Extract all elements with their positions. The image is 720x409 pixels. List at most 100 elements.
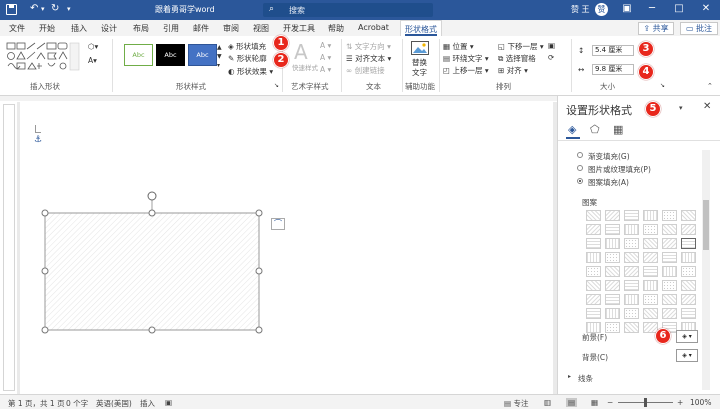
bring-forward-button[interactable]: ◰ 上移一层 ▾ — [443, 65, 489, 76]
pattern-swatch[interactable] — [681, 224, 696, 235]
pattern-swatch[interactable] — [681, 210, 696, 221]
send-backward-button[interactable]: ◱ 下移一层 ▾ — [498, 41, 544, 52]
web-layout-icon[interactable]: ▦ — [591, 398, 598, 407]
page-count[interactable]: 第 1 页，共 1 页 — [8, 398, 65, 409]
pattern-swatch[interactable] — [662, 252, 677, 263]
tab-design[interactable]: 设计 — [101, 23, 117, 34]
size-launcher-icon[interactable]: ↘ — [660, 82, 665, 89]
pattern-swatch[interactable] — [643, 280, 658, 291]
style-preset-dark[interactable]: Abc — [156, 44, 185, 66]
pattern-swatch[interactable] — [681, 294, 696, 305]
tab-developer[interactable]: 开发工具 — [283, 23, 315, 34]
selection-pane-button[interactable]: ⧉ 选择窗格 — [498, 53, 536, 64]
pattern-fill-radio[interactable] — [577, 178, 583, 184]
pattern-swatch[interactable] — [662, 280, 677, 291]
shape-effects-button[interactable]: ◐ 形状效果 ▾ — [228, 66, 273, 77]
pane-close-icon[interactable]: ✕ — [703, 101, 711, 112]
rectangle-shape[interactable] — [40, 188, 290, 338]
text-fill-icon[interactable]: A ▾ — [320, 41, 331, 50]
group-objects-icon[interactable]: ▣ — [548, 41, 555, 50]
pattern-swatch[interactable] — [662, 224, 677, 235]
position-button[interactable]: ▦ 位置 ▾ — [443, 41, 474, 52]
maximize-icon[interactable]: □ — [672, 2, 686, 16]
pattern-swatch[interactable] — [586, 252, 601, 263]
pattern-swatch[interactable] — [605, 210, 620, 221]
tab-mailings[interactable]: 邮件 — [193, 23, 209, 34]
word-count[interactable]: 0 个字 — [66, 398, 88, 409]
pattern-swatch[interactable] — [624, 224, 639, 235]
customize-toolbar-icon[interactable]: ▾ — [67, 5, 71, 13]
text-outline-icon[interactable]: A ▾ — [320, 53, 331, 62]
pattern-swatch[interactable] — [643, 308, 658, 319]
pattern-swatch[interactable] — [605, 294, 620, 305]
text-effects-icon[interactable]: A ▾ — [320, 65, 331, 74]
tab-references[interactable]: 引用 — [163, 23, 179, 34]
gallery-more-icon[interactable]: ▾ — [217, 62, 220, 69]
pattern-swatch[interactable] — [624, 294, 639, 305]
zoom-in-icon[interactable]: + — [677, 398, 683, 407]
save-icon[interactable] — [6, 4, 17, 15]
pattern-swatch[interactable] — [681, 280, 696, 291]
expand-arrow-icon[interactable]: ▸ — [568, 373, 571, 380]
edit-shape-icon[interactable]: ⬡▾ — [88, 42, 98, 51]
pattern-swatch[interactable] — [662, 210, 677, 221]
share-button[interactable]: ⇪ 共享 — [638, 22, 674, 35]
fill-line-icon[interactable]: ◈ — [568, 123, 576, 136]
pattern-swatch[interactable] — [624, 252, 639, 263]
height-input[interactable]: 5.4 厘米 — [592, 45, 634, 56]
wrap-text-button[interactable]: ▤ 环绕文字 ▾ — [443, 53, 489, 64]
pattern-swatch[interactable] — [662, 238, 677, 249]
document-page[interactable]: ⚓ ⌒ — [20, 102, 553, 394]
pattern-swatch[interactable] — [643, 238, 658, 249]
pattern-swatch[interactable] — [605, 308, 620, 319]
macro-icon[interactable]: ▣ — [165, 398, 172, 407]
search-box[interactable]: ⌕ 搜索 — [263, 3, 433, 17]
user-name[interactable]: 赞 王 — [571, 4, 590, 15]
pattern-swatch[interactable] — [586, 238, 601, 249]
style-preset-outline[interactable]: Abc — [124, 44, 153, 66]
pattern-swatch[interactable] — [624, 210, 639, 221]
minimize-icon[interactable]: ─ — [645, 2, 659, 16]
pane-scrollbar-thumb[interactable] — [703, 200, 709, 250]
wordart-a-icon[interactable]: A — [294, 40, 308, 64]
pattern-swatch[interactable] — [586, 266, 601, 277]
line-section-label[interactable]: 线条 — [578, 373, 593, 384]
ribbon-display-icon[interactable]: ▣ — [620, 2, 634, 16]
zoom-slider-thumb[interactable] — [644, 398, 647, 407]
pattern-swatch[interactable] — [643, 294, 658, 305]
alt-text-label-2[interactable]: 文字 — [412, 67, 427, 78]
redo-icon[interactable]: ↻ — [51, 3, 59, 14]
avatar[interactable]: 赞 — [595, 3, 608, 16]
pattern-swatch[interactable] — [643, 210, 658, 221]
read-mode-icon[interactable]: ▥ — [544, 398, 551, 407]
collapse-ribbon-icon[interactable]: ⌃ — [707, 82, 713, 90]
pattern-swatch[interactable] — [624, 280, 639, 291]
pattern-swatch[interactable] — [605, 322, 620, 333]
pattern-swatch[interactable] — [586, 210, 601, 221]
pattern-swatch[interactable] — [605, 280, 620, 291]
shape-styles-launcher-icon[interactable]: ↘ — [274, 82, 279, 89]
rotate-icon[interactable]: ⟳ — [548, 53, 554, 62]
pattern-swatch[interactable] — [605, 224, 620, 235]
undo-dropdown-icon[interactable]: ▾ — [41, 5, 45, 13]
pattern-swatch[interactable] — [586, 280, 601, 291]
pattern-swatch[interactable] — [662, 266, 677, 277]
tab-home[interactable]: 开始 — [39, 23, 55, 34]
style-preset-blue[interactable]: Abc — [188, 44, 217, 66]
text-box-icon[interactable]: A▾ — [88, 56, 97, 65]
pattern-swatch[interactable] — [624, 238, 639, 249]
text-direction-button[interactable]: ⇅ 文字方向 ▾ — [346, 41, 391, 52]
tab-acrobat[interactable]: Acrobat — [358, 23, 389, 32]
shape-fill-button[interactable]: ◈ 形状填充 — [228, 41, 266, 52]
create-link-button[interactable]: ∞ 创建链接 — [346, 65, 385, 76]
background-color-button[interactable]: ◈ ▾ — [676, 349, 698, 362]
width-input[interactable]: 9.8 厘米 — [592, 64, 634, 75]
tab-review[interactable]: 审阅 — [223, 23, 239, 34]
pattern-swatch[interactable] — [662, 308, 677, 319]
tab-view[interactable]: 视图 — [253, 23, 269, 34]
pattern-swatch[interactable] — [681, 252, 696, 263]
pattern-swatch[interactable] — [643, 224, 658, 235]
tab-help[interactable]: 帮助 — [328, 23, 344, 34]
zoom-level[interactable]: 100% — [690, 398, 711, 407]
comment-button[interactable]: ▭ 批注 — [680, 22, 718, 35]
